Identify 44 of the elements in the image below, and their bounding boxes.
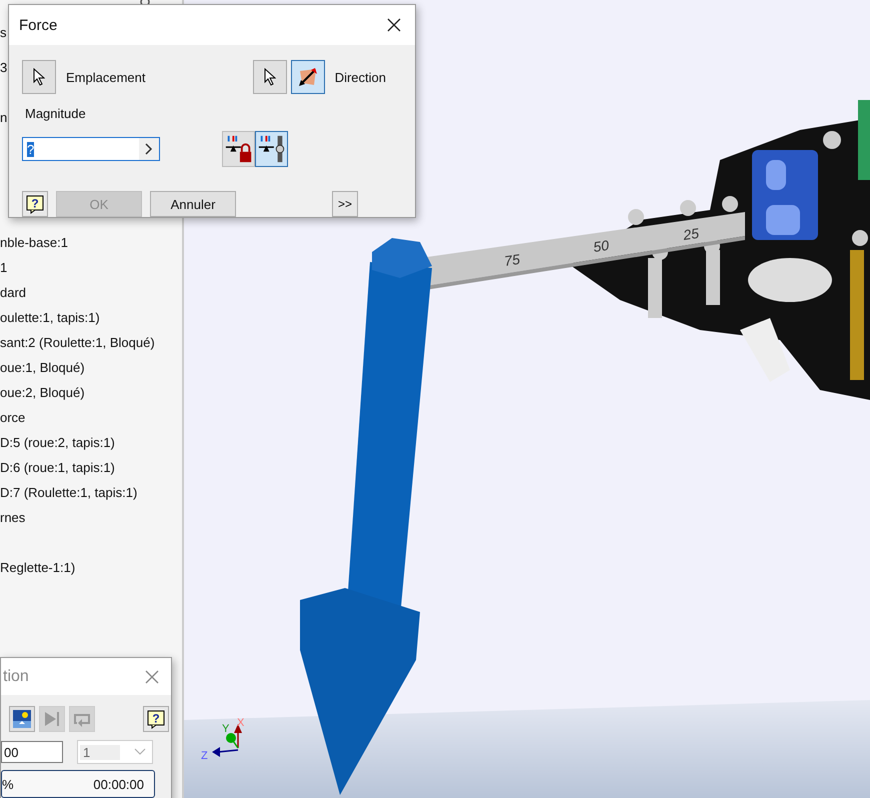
flip-arrow-icon [298, 67, 318, 87]
elapsed-time: 00:00:00 [93, 776, 144, 792]
ruler-label: 75 [503, 250, 521, 269]
axis-label: Z [201, 750, 208, 762]
progress-percent: % [2, 776, 14, 792]
pointer-icon [264, 68, 276, 86]
location-label: Emplacement [66, 70, 146, 84]
tree-item[interactable]: 1 [0, 255, 182, 280]
flip-direction-button[interactable] [290, 60, 325, 94]
magnitude-label: Magnitude [25, 106, 87, 121]
tree-item[interactable]: rnes [0, 505, 182, 530]
axis-label: Y [222, 723, 230, 735]
frames-field[interactable]: 00 [1, 741, 63, 763]
pointer-icon [33, 68, 45, 86]
tree-item[interactable]: sant:2 (Roulette:1, Bloqué) [0, 330, 182, 355]
direction-label: Direction [334, 70, 386, 84]
tree-item[interactable]: D:5 (roue:2, tapis:1) [0, 430, 182, 455]
ruler-label: 25 [682, 224, 700, 243]
tree-item[interactable]: dard [0, 280, 182, 305]
dialog-title: tion [2, 668, 29, 686]
axis-triad-icon [212, 724, 242, 757]
close-icon[interactable] [387, 18, 401, 32]
scene-icon [12, 709, 32, 729]
tree-item[interactable]: D:6 (roue:1, tapis:1) [0, 455, 182, 480]
tree-item[interactable]: oue:1, Bloqué) [0, 355, 182, 380]
tree-item[interactable]: orce [0, 405, 182, 430]
tree-item[interactable]: oue:2, Bloqué) [0, 380, 182, 405]
lock-scale-button[interactable] [222, 131, 255, 167]
fixed-scale-button[interactable] [255, 131, 288, 167]
tree-item[interactable]: D:7 (Roulette:1, tapis:1) [0, 480, 182, 505]
ruler-label: 50 [592, 236, 610, 255]
step-forward-icon [42, 709, 62, 729]
tree-item[interactable]: oulette:1, tapis:1) [0, 305, 182, 330]
chevron-icon[interactable] [139, 138, 159, 160]
dialog-title: Force [19, 16, 58, 34]
more-button[interactable]: >> [332, 191, 358, 217]
select-direction-button[interactable] [252, 60, 287, 94]
select-location-button[interactable] [22, 60, 56, 94]
render-button[interactable] [9, 706, 35, 732]
axis-label: X [237, 717, 244, 729]
tree-item[interactable]: nble-base:1 [0, 230, 182, 255]
tree-item[interactable]: Reglette-1:1) [0, 555, 182, 580]
magnitude-field[interactable]: ? [22, 137, 160, 161]
cancel-button[interactable]: Annuler [150, 191, 236, 217]
